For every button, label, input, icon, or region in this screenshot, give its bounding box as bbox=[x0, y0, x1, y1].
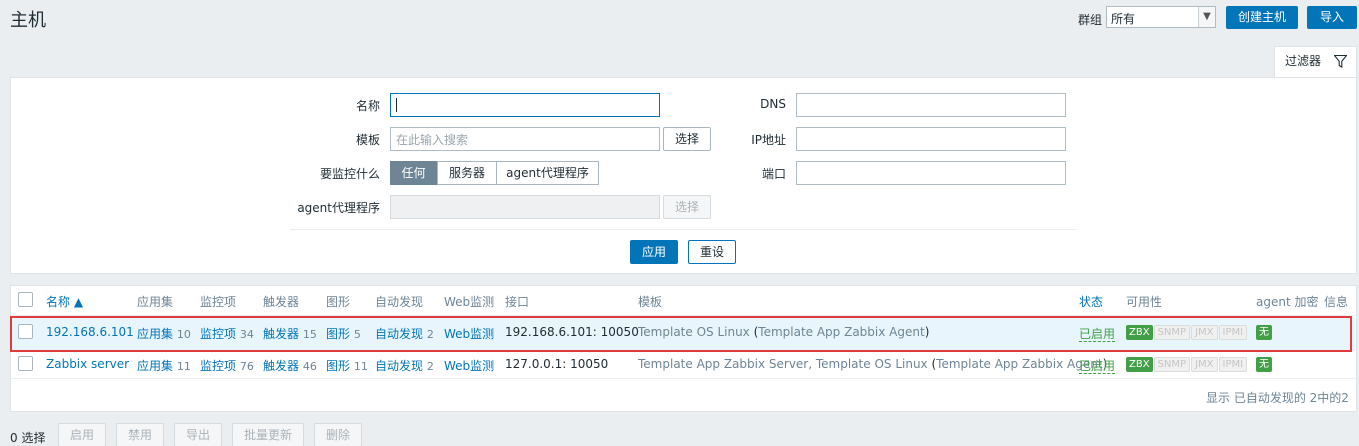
column-graphs: 图形 bbox=[326, 295, 351, 309]
ip-label: IP地址 bbox=[751, 133, 786, 147]
group-select[interactable]: 所有 ▼ bbox=[1106, 6, 1216, 28]
filter-tab[interactable]: 过滤器 bbox=[1274, 46, 1357, 78]
column-availability: 可用性 bbox=[1126, 295, 1163, 309]
port-label: 端口 bbox=[761, 167, 786, 181]
column-encryption: agent 加密 bbox=[1256, 295, 1319, 309]
column-interface: 接口 bbox=[505, 295, 530, 309]
row-checkbox[interactable] bbox=[18, 356, 33, 371]
monitored-by-proxy[interactable]: agent代理程序 bbox=[496, 161, 599, 185]
filter-icon bbox=[1334, 55, 1347, 68]
interface-cell: 127.0.0.1: 10050 bbox=[505, 357, 609, 371]
template-link[interactable]: Template App Zabbix Server, Template OS … bbox=[638, 357, 928, 371]
filter-panel bbox=[10, 77, 1357, 274]
graphs-count: 11 bbox=[353, 360, 368, 373]
row-separator bbox=[11, 378, 1356, 379]
zbx-badge: ZBX bbox=[1126, 357, 1153, 372]
applications-cell: 应用集 11 bbox=[137, 357, 191, 374]
export-button[interactable]: 导出 bbox=[174, 423, 222, 446]
column-info: 信息 bbox=[1324, 295, 1349, 309]
filter-tab-label: 过滤器 bbox=[1285, 54, 1322, 68]
status-cell: 已启用 bbox=[1079, 357, 1116, 374]
discovery-cell: 自动发现 2 bbox=[375, 357, 434, 374]
template-search-placeholder: 在此输入搜索 bbox=[396, 133, 469, 147]
triggers-count: 46 bbox=[302, 360, 317, 373]
name-input[interactable] bbox=[390, 93, 660, 117]
column-templates: 模板 bbox=[638, 295, 663, 309]
triggers-link[interactable]: 触发器 bbox=[263, 359, 299, 373]
items-link[interactable]: 监控项 bbox=[200, 359, 236, 373]
mass-update-button[interactable]: 批量更新 bbox=[232, 423, 304, 446]
availability-cell: ZBX SNMP JMX IPMI bbox=[1126, 356, 1248, 372]
snmp-badge: SNMP bbox=[1153, 357, 1191, 372]
apply-button[interactable]: 应用 bbox=[630, 240, 678, 264]
template-search-input[interactable]: 在此输入搜索 bbox=[390, 127, 660, 151]
filter-divider bbox=[290, 229, 1077, 230]
proxy-label: agent代理程序 bbox=[297, 201, 380, 215]
graphs-cell: 图形 11 bbox=[326, 357, 368, 374]
selected-count: 0 选择 bbox=[10, 431, 46, 445]
encryption-badge: 无 bbox=[1256, 357, 1272, 372]
monitored-by-label: 要监控什么 bbox=[319, 167, 380, 181]
proxy-input bbox=[390, 195, 660, 219]
monitored-by-any[interactable]: 任何 bbox=[390, 161, 437, 185]
triggers-cell: 触发器 46 bbox=[263, 357, 317, 374]
text-cursor bbox=[396, 97, 397, 112]
jmx-badge: JMX bbox=[1191, 357, 1218, 372]
column-status[interactable]: 状态 bbox=[1079, 293, 1103, 310]
enable-button[interactable]: 启用 bbox=[58, 423, 106, 446]
applications-count: 11 bbox=[176, 360, 191, 373]
items-count: 76 bbox=[239, 360, 254, 373]
discovery-count: 2 bbox=[426, 360, 434, 373]
column-name[interactable]: 名称 ▲ bbox=[46, 293, 83, 310]
applications-link[interactable]: 应用集 bbox=[137, 359, 173, 373]
create-host-button[interactable]: 创建主机 bbox=[1226, 6, 1298, 29]
graphs-link[interactable]: 图形 bbox=[326, 359, 350, 373]
parent-template-link[interactable]: Template App Zabbix Agent bbox=[936, 357, 1102, 371]
template-paren-open: ( bbox=[927, 357, 937, 371]
encryption-cell: 无 bbox=[1256, 356, 1273, 372]
page-title: 主机 bbox=[10, 10, 46, 31]
group-label: 群组 bbox=[1078, 13, 1103, 27]
items-cell: 监控项 76 bbox=[200, 357, 254, 374]
monitored-by-server[interactable]: 服务器 bbox=[437, 161, 497, 185]
chevron-down-icon[interactable]: ▼ bbox=[1198, 7, 1215, 27]
table-footer-count: 显示 已自动发现的 2中的2 bbox=[1206, 391, 1349, 405]
template-select-button[interactable]: 选择 bbox=[663, 127, 711, 151]
select-all-checkbox[interactable] bbox=[18, 292, 33, 307]
ip-input[interactable] bbox=[796, 127, 1066, 151]
status-toggle[interactable]: 已启用 bbox=[1079, 359, 1116, 374]
column-triggers: 触发器 bbox=[263, 295, 300, 309]
discovery-link[interactable]: 自动发现 bbox=[375, 359, 423, 373]
port-input[interactable] bbox=[796, 161, 1066, 185]
proxy-select-button: 选择 bbox=[663, 195, 711, 219]
template-label: 模板 bbox=[355, 133, 380, 147]
ipmi-badge: IPMI bbox=[1218, 357, 1248, 372]
group-select-value: 所有 bbox=[1111, 12, 1136, 26]
highlight-box bbox=[10, 316, 1352, 352]
name-label: 名称 bbox=[355, 99, 380, 113]
disable-button[interactable]: 禁用 bbox=[116, 423, 164, 446]
host-name-link[interactable]: Zabbix server bbox=[46, 357, 129, 371]
column-items: 监控项 bbox=[200, 295, 237, 309]
column-applications: 应用集 bbox=[137, 295, 174, 309]
column-discovery: 自动发现 bbox=[375, 295, 424, 309]
reset-button[interactable]: 重设 bbox=[688, 240, 736, 264]
column-web: Web监测 bbox=[444, 295, 495, 309]
templates-cell: Template App Zabbix Server, Template OS … bbox=[638, 357, 1107, 371]
web-link[interactable]: Web监测 bbox=[444, 357, 494, 374]
dns-input[interactable] bbox=[796, 93, 1066, 117]
delete-button[interactable]: 删除 bbox=[314, 423, 362, 446]
dns-label: DNS bbox=[760, 97, 786, 111]
import-button[interactable]: 导入 bbox=[1307, 6, 1357, 29]
